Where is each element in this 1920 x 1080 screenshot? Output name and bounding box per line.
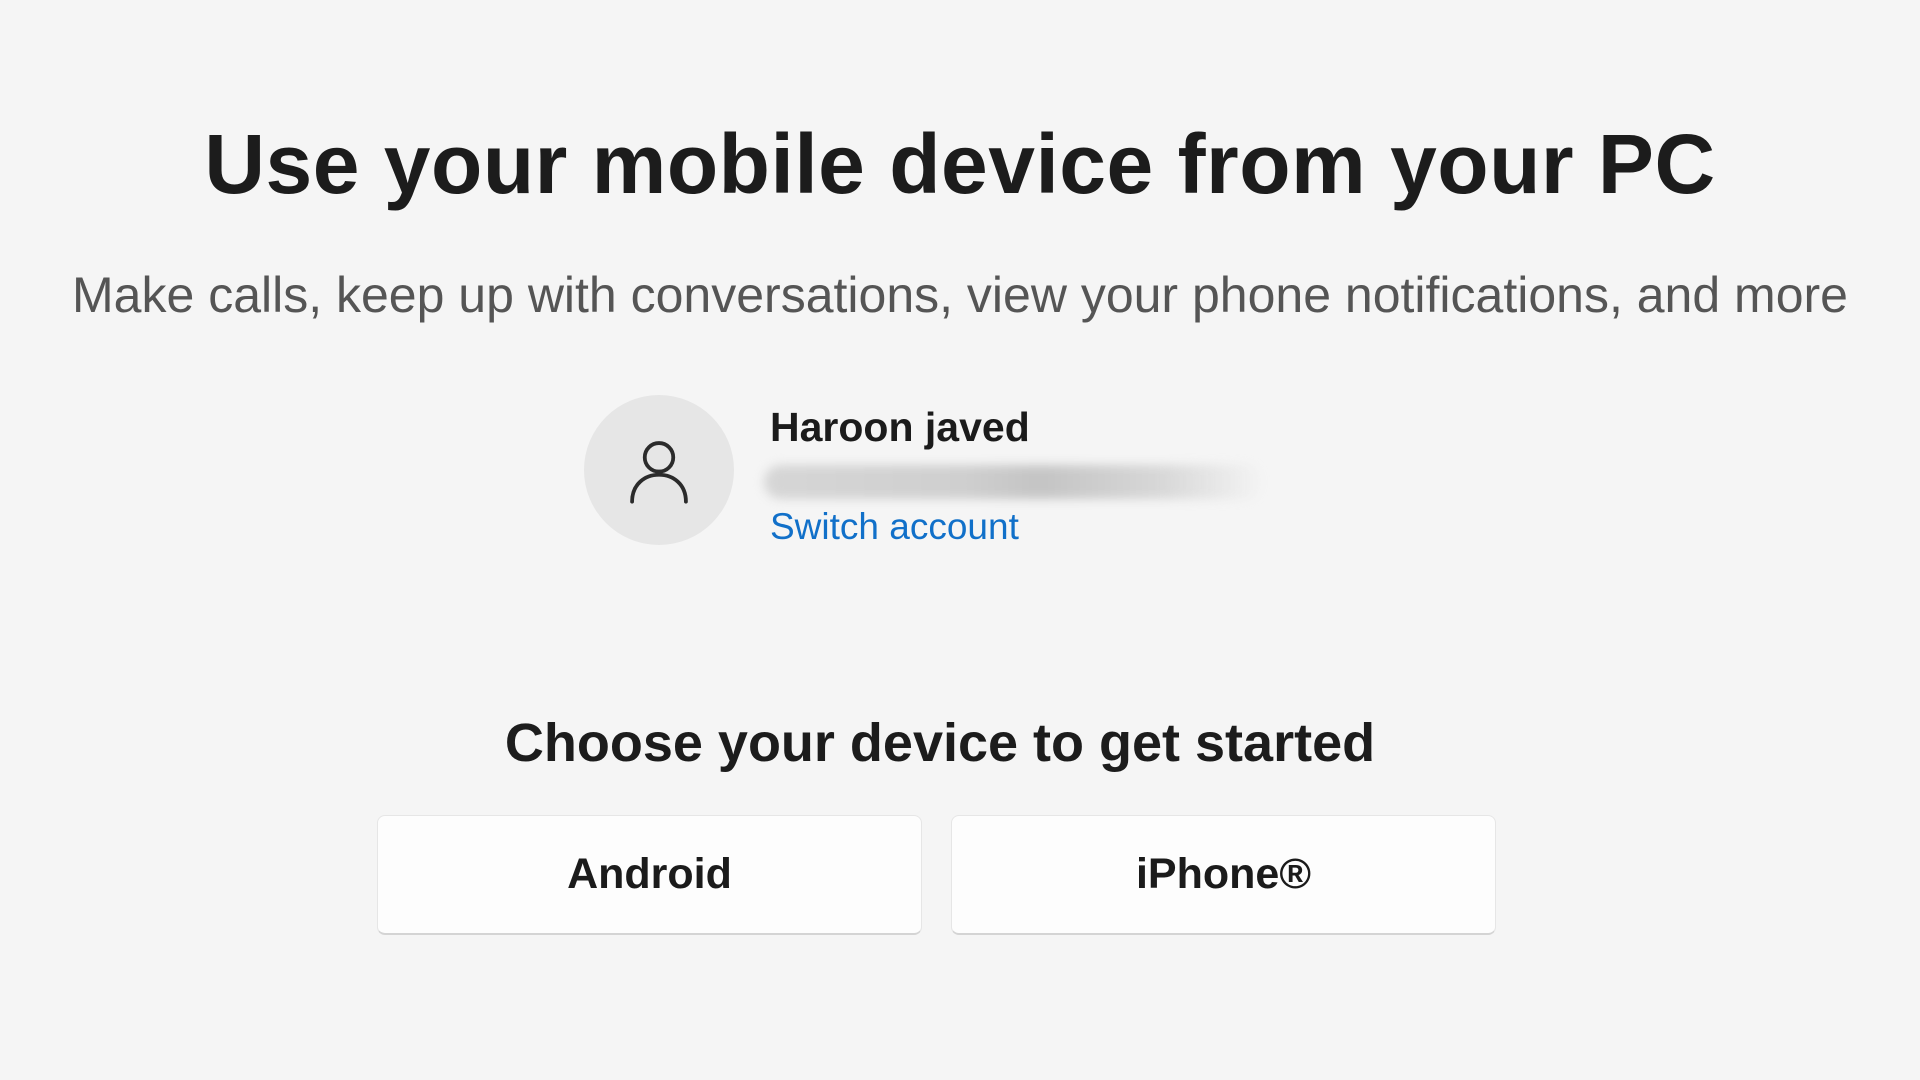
avatar: [584, 395, 734, 545]
account-name: Haroon javed: [770, 404, 1030, 450]
switch-account-link[interactable]: Switch account: [770, 503, 1019, 551]
iphone-button[interactable]: iPhone®: [951, 815, 1496, 935]
account-email-redacted: [764, 465, 1264, 499]
choose-device-heading: Choose your device to get started: [504, 713, 1376, 773]
person-icon: [630, 441, 688, 504]
page-subtitle: Make calls, keep up with conversations, …: [72, 267, 1848, 323]
page-title: Use your mobile device from your PC: [204, 117, 1716, 211]
account-card: Haroon javed Switch account: [584, 395, 1344, 555]
android-button[interactable]: Android: [377, 815, 922, 935]
phone-link-setup-page: Use your mobile device from your PC Make…: [0, 0, 1920, 1080]
